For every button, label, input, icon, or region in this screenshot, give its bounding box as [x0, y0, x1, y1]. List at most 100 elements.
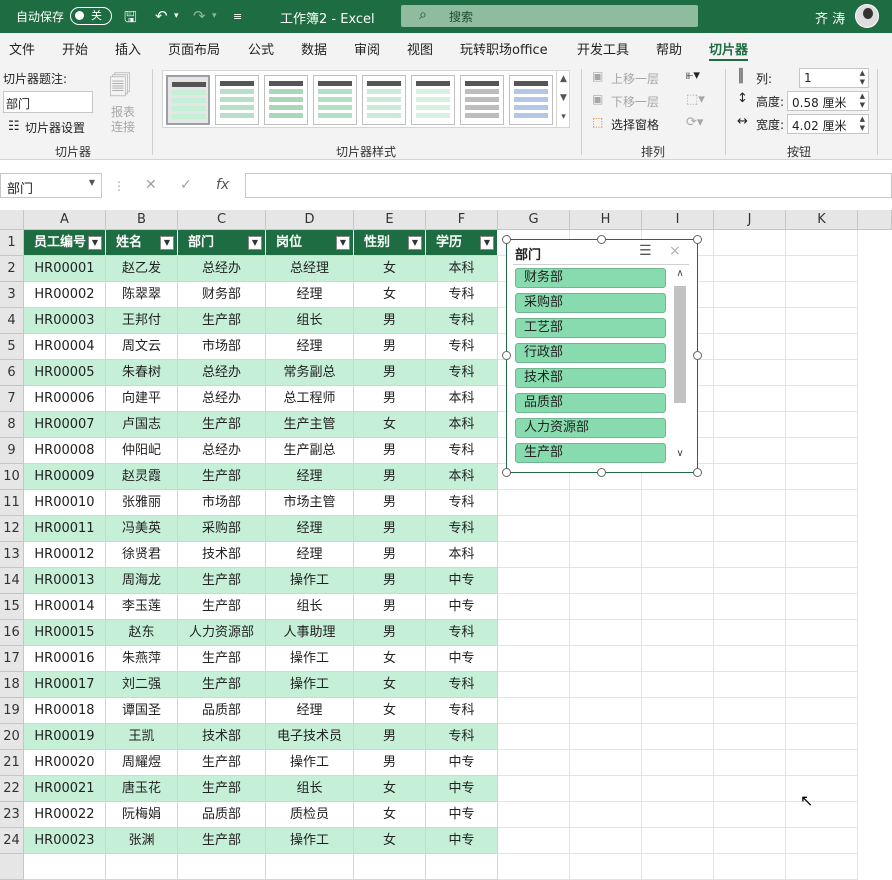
table-cell[interactable]: 中专 [426, 568, 498, 594]
empty-cell[interactable] [714, 412, 786, 438]
table-cell[interactable]: 技术部 [178, 724, 266, 750]
gallery-more-icon[interactable]: ▾ [557, 108, 570, 127]
table-cell[interactable]: 冯美英 [106, 516, 178, 542]
formula-input[interactable] [245, 173, 892, 198]
table-cell[interactable]: 经理 [266, 542, 354, 568]
table-cell[interactable]: 总经理 [266, 256, 354, 282]
empty-cell[interactable] [642, 542, 714, 568]
filter-dropdown-icon[interactable]: ▼ [248, 236, 262, 250]
row-header[interactable] [0, 854, 24, 880]
table-cell[interactable] [426, 854, 498, 880]
empty-cell[interactable] [786, 334, 858, 360]
table-cell[interactable]: 周文云 [106, 334, 178, 360]
empty-cell[interactable] [714, 464, 786, 490]
slicer-item[interactable]: 财务部 [515, 268, 666, 288]
clear-filter-icon[interactable]: ⨯ [669, 243, 681, 259]
slicer-style-thumb[interactable] [411, 75, 455, 125]
table-cell[interactable]: 女 [354, 646, 426, 672]
table-cell[interactable]: 中专 [426, 750, 498, 776]
empty-cell[interactable] [786, 308, 858, 334]
table-cell[interactable]: 专科 [426, 698, 498, 724]
table-header-cell[interactable]: 部门 ▼ [178, 230, 266, 256]
empty-cell[interactable] [714, 776, 786, 802]
empty-cell[interactable] [570, 672, 642, 698]
multi-select-icon[interactable]: ☰ [639, 243, 652, 259]
row-header[interactable]: 14 [0, 568, 24, 594]
table-cell[interactable]: 品质部 [178, 698, 266, 724]
table-cell[interactable]: 采购部 [178, 516, 266, 542]
empty-cell[interactable] [714, 672, 786, 698]
table-cell[interactable]: 女 [354, 828, 426, 854]
table-cell[interactable]: 男 [354, 464, 426, 490]
row-header[interactable]: 16 [0, 620, 24, 646]
empty-cell[interactable] [714, 594, 786, 620]
table-cell[interactable]: 组长 [266, 308, 354, 334]
row-header[interactable]: 19 [0, 698, 24, 724]
filter-dropdown-icon[interactable]: ▼ [408, 236, 422, 250]
column-header-j[interactable]: J [714, 210, 786, 230]
empty-cell[interactable] [714, 516, 786, 542]
spinner-arrows-icon[interactable]: ▲ ▼ [860, 92, 865, 110]
table-cell[interactable]: 专科 [426, 438, 498, 464]
tab-file[interactable]: 文件 [9, 39, 35, 58]
table-cell[interactable]: 经理 [266, 698, 354, 724]
empty-cell[interactable] [570, 750, 642, 776]
table-cell[interactable]: 品质部 [178, 802, 266, 828]
empty-cell[interactable] [498, 802, 570, 828]
column-header-f[interactable]: F [426, 210, 498, 230]
table-cell[interactable]: 女 [354, 776, 426, 802]
empty-cell[interactable] [786, 516, 858, 542]
empty-cell[interactable] [714, 542, 786, 568]
table-cell[interactable]: 男 [354, 516, 426, 542]
tab-view[interactable]: 视图 [407, 39, 433, 58]
align-icon[interactable]: ⫦▾ [686, 68, 700, 83]
table-cell[interactable]: 谭国圣 [106, 698, 178, 724]
table-cell[interactable]: 组长 [266, 594, 354, 620]
table-cell[interactable]: 总工程师 [266, 386, 354, 412]
scroll-up-icon[interactable]: ∧ [673, 268, 687, 279]
tab-help[interactable]: 帮助 [656, 39, 682, 58]
table-cell[interactable]: HR00022 [24, 802, 106, 828]
row-header[interactable]: 9 [0, 438, 24, 464]
empty-cell[interactable] [570, 802, 642, 828]
table-cell[interactable]: 质检员 [266, 802, 354, 828]
table-cell[interactable]: 专科 [426, 282, 498, 308]
table-cell[interactable]: 生产主管 [266, 412, 354, 438]
resize-handle[interactable] [597, 468, 606, 477]
empty-cell[interactable] [714, 490, 786, 516]
table-cell[interactable]: HR00008 [24, 438, 106, 464]
tab-slicer[interactable]: 切片器 [709, 39, 749, 61]
empty-cell[interactable] [498, 542, 570, 568]
resize-handle[interactable] [502, 351, 511, 360]
table-cell[interactable] [106, 854, 178, 880]
empty-cell[interactable] [786, 828, 858, 854]
bring-forward-button[interactable]: 上移一层 [611, 70, 659, 87]
empty-cell[interactable] [498, 594, 570, 620]
row-header[interactable]: 22 [0, 776, 24, 802]
filter-dropdown-icon[interactable]: ▼ [336, 236, 350, 250]
table-cell[interactable]: 专科 [426, 516, 498, 542]
table-cell[interactable]: 中专 [426, 802, 498, 828]
table-cell[interactable]: 刘二强 [106, 672, 178, 698]
empty-cell[interactable] [642, 568, 714, 594]
empty-cell[interactable] [786, 594, 858, 620]
table-cell[interactable]: 徐贤君 [106, 542, 178, 568]
scroll-down-icon[interactable]: ∨ [673, 448, 687, 459]
table-cell[interactable]: 生产部 [178, 464, 266, 490]
table-cell[interactable]: 专科 [426, 490, 498, 516]
table-cell[interactable]: 本科 [426, 464, 498, 490]
empty-cell[interactable] [642, 672, 714, 698]
slicer-style-thumb[interactable] [460, 75, 504, 125]
column-header-c[interactable]: C [178, 210, 266, 230]
empty-cell[interactable] [642, 698, 714, 724]
table-cell[interactable]: 专科 [426, 308, 498, 334]
undo-icon[interactable]: ↶ [155, 7, 168, 25]
table-cell[interactable]: 男 [354, 308, 426, 334]
empty-cell[interactable] [570, 854, 642, 880]
row-header[interactable]: 24 [0, 828, 24, 854]
slicer-item[interactable]: 行政部 [515, 343, 666, 363]
resize-handle[interactable] [597, 235, 606, 244]
width-spinner[interactable]: 4.02 厘米 ▲ ▼ [787, 114, 869, 134]
table-cell[interactable]: 操作工 [266, 672, 354, 698]
slicer-panel[interactable]: 部门 ☰ ⨯ ∧ ∨ 财务部 采购部 工艺部 行政部 技术部 品质部 人力资源部 生产部 [506, 239, 698, 473]
